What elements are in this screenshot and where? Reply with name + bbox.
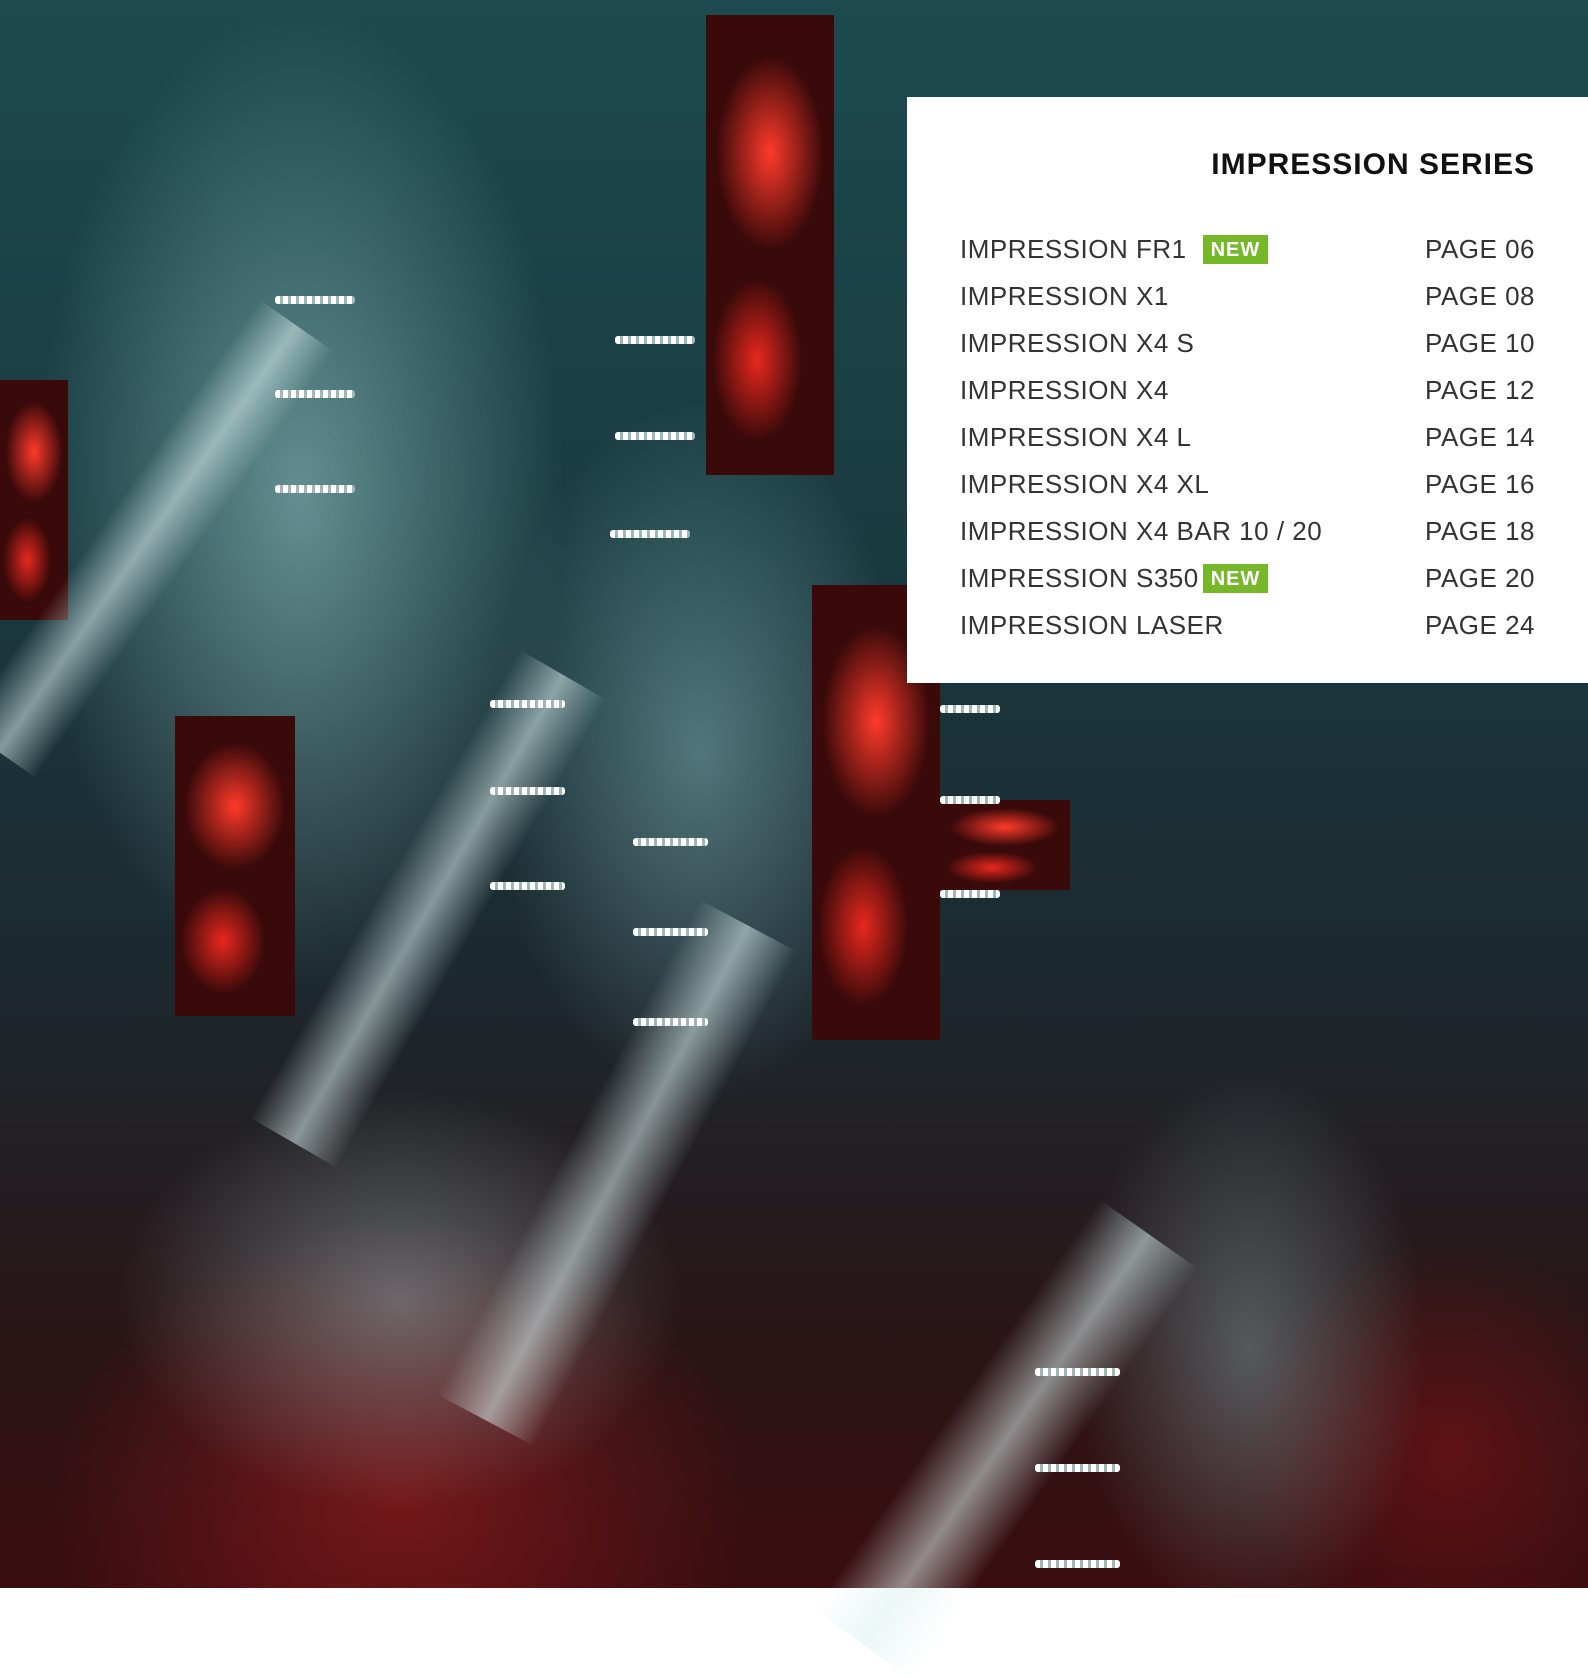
light-beam	[437, 900, 798, 1447]
led-fixture-bar	[275, 296, 355, 304]
led-fixture-bar	[940, 705, 1000, 713]
toc-item-title-group: IMPRESSION LASER	[960, 610, 1224, 641]
toc-item-page: PAGE 10	[1425, 328, 1535, 358]
toc-item[interactable]: IMPRESSION X4 S PAGE 10	[960, 320, 1535, 367]
toc-item-name: IMPRESSION FR1	[960, 234, 1187, 264]
led-screen	[175, 716, 295, 1016]
toc-item-name: IMPRESSION X4 XL	[960, 469, 1210, 499]
toc-item[interactable]: IMPRESSION LASER PAGE 24	[960, 602, 1535, 649]
toc-item-page: PAGE 06	[1425, 234, 1535, 264]
led-screen	[706, 15, 834, 475]
toc-item-title-group: IMPRESSION X4 L	[960, 422, 1191, 453]
led-fixture-bar	[1035, 1368, 1120, 1376]
led-fixture-bar	[615, 432, 695, 440]
toc-item[interactable]: IMPRESSION X1 PAGE 08	[960, 273, 1535, 320]
new-badge: NEW	[1202, 235, 1269, 264]
led-fixture-bar	[275, 485, 355, 493]
toc-item-name: IMPRESSION X4	[960, 375, 1169, 405]
led-fixture-bar	[633, 838, 708, 846]
toc-item-page: PAGE 24	[1425, 610, 1535, 640]
toc-item-page: PAGE 14	[1425, 422, 1535, 452]
led-fixture-bar	[610, 530, 690, 538]
led-fixture-bar	[940, 796, 1000, 804]
light-beam	[250, 650, 607, 1168]
toc-item[interactable]: IMPRESSION X4 L PAGE 14	[960, 414, 1535, 461]
toc-item-page: PAGE 16	[1425, 469, 1535, 499]
toc-item-title-group: IMPRESSION X4 XL	[960, 469, 1209, 500]
led-fixture-bar	[1035, 1464, 1120, 1472]
toc-item[interactable]: IMPRESSION FR1 NEW PAGE 06	[960, 226, 1535, 273]
toc-item-name: IMPRESSION X4 BAR 10 / 20	[960, 516, 1323, 546]
toc-item-name: IMPRESSION S350	[960, 563, 1199, 593]
toc-item[interactable]: IMPRESSION X4 XL PAGE 16	[960, 461, 1535, 508]
toc-list: IMPRESSION FR1 NEW PAGE 06 IMPRESSION X1 PAG…	[960, 226, 1535, 649]
toc-item[interactable]: IMPRESSION S350 NEW PAGE 20	[960, 555, 1535, 602]
toc-item-page: PAGE 18	[1425, 516, 1535, 546]
toc-item-title-group: IMPRESSION X1	[960, 281, 1169, 312]
toc-item-page: PAGE 12	[1425, 375, 1535, 405]
toc-item-name: IMPRESSION X4 S	[960, 328, 1195, 358]
toc-item-title-group: IMPRESSION X4 BAR 10 / 20	[960, 516, 1322, 547]
toc-item-name: IMPRESSION X4 L	[960, 422, 1192, 452]
toc-item[interactable]: IMPRESSION X4 PAGE 12	[960, 367, 1535, 414]
led-fixture-bar	[633, 1018, 708, 1026]
toc-item-name: IMPRESSION X1	[960, 281, 1169, 311]
led-fixture-bar	[490, 882, 565, 890]
led-fixture-bar	[490, 700, 565, 708]
toc-item-title-group: IMPRESSION FR1 NEW	[960, 234, 1269, 265]
toc-item-title-group: IMPRESSION X4 S	[960, 328, 1194, 359]
toc-item-name: IMPRESSION LASER	[960, 610, 1224, 640]
led-fixture-bar	[1035, 1560, 1120, 1568]
light-beam	[813, 1200, 1199, 1678]
toc-title: IMPRESSION SERIES	[1211, 148, 1535, 181]
led-screen	[0, 380, 68, 620]
led-fixture-bar	[275, 390, 355, 398]
toc-item-page: PAGE 20	[1425, 563, 1535, 593]
led-fixture-bar	[940, 890, 1000, 898]
led-fixture-bar	[633, 928, 708, 936]
led-screen	[940, 800, 1070, 890]
toc-item-title-group: IMPRESSION X4	[960, 375, 1169, 406]
led-fixture-bar	[615, 336, 695, 344]
toc-item-title-group: IMPRESSION S350 NEW	[960, 563, 1269, 594]
new-badge: NEW	[1202, 564, 1269, 593]
led-fixture-bar	[490, 787, 565, 795]
toc-item-page: PAGE 08	[1425, 281, 1535, 311]
toc-item[interactable]: IMPRESSION X4 BAR 10 / 20 PAGE 18	[960, 508, 1535, 555]
